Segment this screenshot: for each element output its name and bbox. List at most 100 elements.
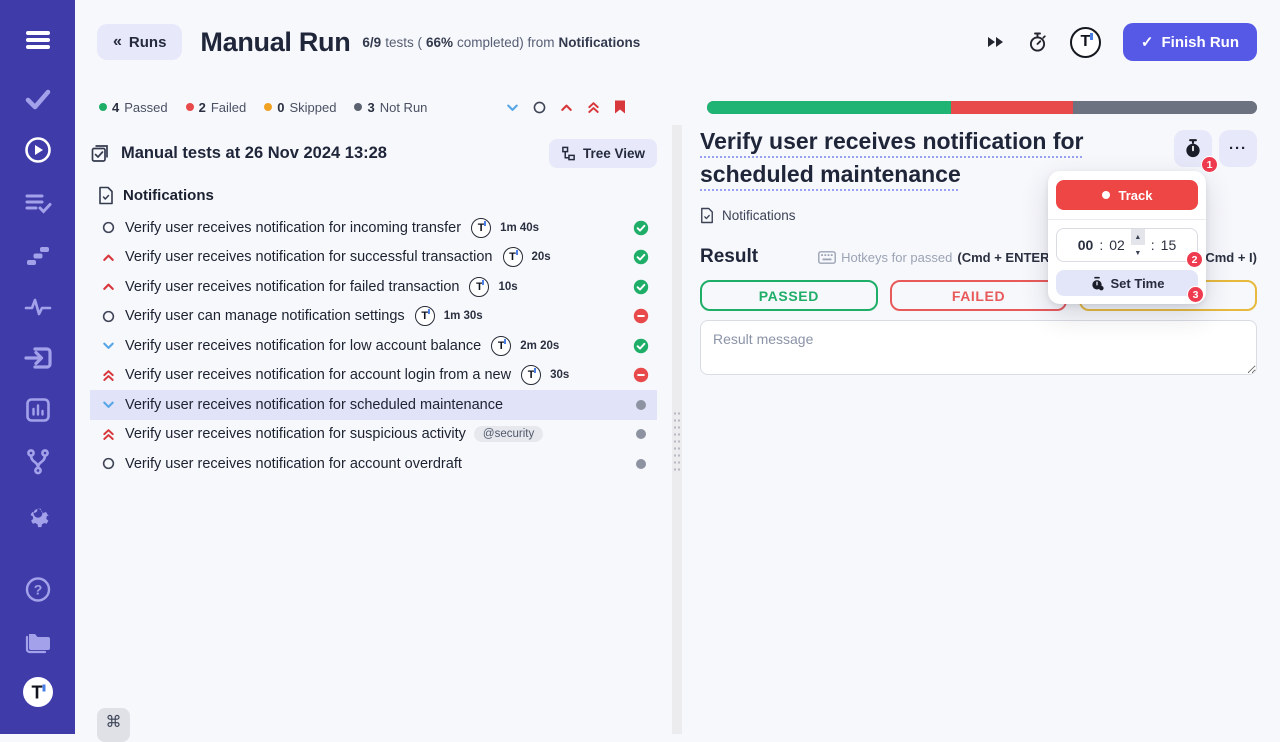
status-passed-icon [633, 338, 649, 354]
test-row[interactable]: Verify user receives notification for sc… [90, 390, 657, 420]
time-input[interactable]: 00 : 02 ▲ ▼ : 15 2 [1056, 228, 1198, 262]
gear-icon[interactable] [24, 500, 52, 528]
severity-normal-icon [101, 456, 116, 471]
more-options-button[interactable]: ··· [1219, 130, 1257, 167]
popup-divider [1048, 219, 1206, 220]
finish-run-button[interactable]: ✓ Finish Run [1123, 23, 1257, 61]
back-to-runs-button[interactable]: « Runs [97, 24, 182, 60]
passed-count: 4Passed [99, 100, 168, 115]
test-title: Verify user receives notification for fa… [125, 279, 459, 295]
seconds-value[interactable]: 15 [1161, 237, 1177, 253]
menu-icon[interactable] [24, 28, 52, 52]
logo-icon[interactable]: T [22, 676, 54, 708]
page-title: Manual Run [200, 27, 350, 58]
command-shortcut-button[interactable]: ⌘ [97, 708, 130, 742]
double-chevron-left-icon: « [113, 33, 122, 51]
test-row[interactable]: Verify user can manage notification sett… [90, 302, 657, 332]
test-duration: 1m 40s [500, 222, 539, 234]
severity-normal-icon [101, 220, 116, 235]
test-row[interactable]: Verify user receives notification for su… [90, 420, 657, 450]
splitter-grip-icon [673, 410, 681, 472]
app-logo-icon[interactable]: T [1070, 27, 1101, 58]
test-row[interactable]: Verify user receives notification for lo… [90, 331, 657, 361]
test-row[interactable]: Verify user receives notification for fa… [90, 272, 657, 302]
folder-icon[interactable] [23, 628, 53, 654]
test-title: Verify user receives notification for in… [125, 220, 461, 236]
help-icon[interactable]: ? [24, 576, 51, 603]
bookmark-icon[interactable] [613, 99, 627, 115]
testomat-badge-icon: T [521, 365, 541, 385]
set-time-badge: 3 [1187, 286, 1204, 303]
status-notrun-icon [633, 426, 649, 442]
fast-forward-icon[interactable] [986, 34, 1005, 50]
minutes-value[interactable]: 02 [1109, 237, 1125, 253]
minutes-stepper[interactable]: ▲ ▼ [1131, 229, 1145, 261]
set-time-button[interactable]: Set Time 3 [1056, 270, 1198, 296]
timer-badge: 1 [1201, 156, 1218, 173]
circle-icon[interactable] [532, 100, 547, 115]
list-check-icon[interactable] [24, 192, 52, 216]
hotkey-passed: (Cmd + ENTER) [957, 250, 1053, 265]
run-title: Manual tests at 26 Nov 2024 13:28 [121, 144, 387, 163]
stopwatch-filled-icon [1183, 138, 1203, 159]
skipped-count: 0Skipped [264, 100, 336, 115]
test-tag[interactable]: @security [474, 426, 543, 442]
stepper-down-icon[interactable]: ▼ [1131, 245, 1145, 261]
stepper-up-icon[interactable]: ▲ [1131, 229, 1145, 245]
test-duration: 1m 30s [444, 310, 483, 322]
tree-view-button[interactable]: Tree View [549, 139, 657, 168]
keyboard-icon [818, 251, 836, 264]
run-checklist-icon [90, 143, 111, 164]
hours-value[interactable]: 00 [1078, 237, 1094, 253]
run-header: Manual tests at 26 Nov 2024 13:28 Tree V… [90, 137, 657, 169]
play-circle-icon[interactable] [24, 136, 52, 164]
severity-filters [505, 99, 627, 115]
branch-icon[interactable] [25, 448, 51, 476]
main-area: « Runs Manual Run 6/9 tests ( 66% comple… [75, 0, 1280, 734]
pulse-icon[interactable] [24, 296, 52, 318]
stopwatch-icon[interactable] [1027, 31, 1048, 53]
suite-header[interactable]: Notifications [98, 186, 214, 205]
severity-low-icon [101, 397, 116, 412]
check-icon[interactable] [25, 88, 51, 110]
test-list: Verify user receives notification for in… [90, 213, 657, 479]
testomat-badge-icon: T [469, 277, 489, 297]
test-duration: 30s [550, 369, 569, 381]
test-title: Verify user can manage notification sett… [125, 308, 405, 324]
back-to-runs-label: Runs [129, 34, 167, 51]
test-title: Verify user receives notification for sc… [125, 397, 503, 413]
test-row[interactable]: Verify user receives notification for in… [90, 213, 657, 243]
track-button[interactable]: Track [1056, 180, 1198, 210]
chevron-up-icon[interactable] [559, 100, 574, 115]
test-row[interactable]: Verify user receives notification for su… [90, 243, 657, 273]
test-row[interactable]: Verify user receives notification for ac… [90, 449, 657, 479]
severity-critical-icon [101, 427, 116, 442]
bar-chart-icon[interactable] [25, 397, 51, 423]
sidebar: ? T [0, 0, 75, 734]
double-chevron-up-icon[interactable] [586, 100, 601, 115]
result-message-input[interactable] [700, 320, 1257, 375]
steps-icon[interactable] [25, 244, 51, 268]
testomat-badge-icon: T [415, 306, 435, 326]
tree-icon [561, 146, 576, 161]
test-title: Verify user receives notification for ac… [125, 456, 462, 472]
status-notrun-icon [633, 456, 649, 472]
svg-text:?: ? [33, 582, 42, 598]
failed-dot-icon [186, 103, 194, 111]
test-title: Verify user receives notification for lo… [125, 338, 481, 354]
timer-popup: Track 00 : 02 ▲ ▼ : 15 2 Set Time 3 [1048, 171, 1206, 304]
status-failed-icon [633, 367, 649, 383]
notrun-count: 3Not Run [354, 100, 427, 115]
chevron-down-icon[interactable] [505, 100, 520, 115]
sign-in-icon[interactable] [23, 344, 53, 372]
header: « Runs Manual Run 6/9 tests ( 66% comple… [97, 22, 1257, 62]
status-passed-icon [633, 249, 649, 265]
tests-percent: 66% [426, 35, 453, 50]
timer-button[interactable]: 1 [1174, 130, 1212, 167]
panel-splitter[interactable] [672, 125, 682, 734]
set-time-stopwatch-icon [1090, 276, 1104, 291]
failed-button[interactable]: FAILED [890, 280, 1068, 311]
passed-button[interactable]: PASSED [700, 280, 878, 311]
suite-name: Notifications [559, 35, 641, 50]
test-row[interactable]: Verify user receives notification for ac… [90, 361, 657, 391]
